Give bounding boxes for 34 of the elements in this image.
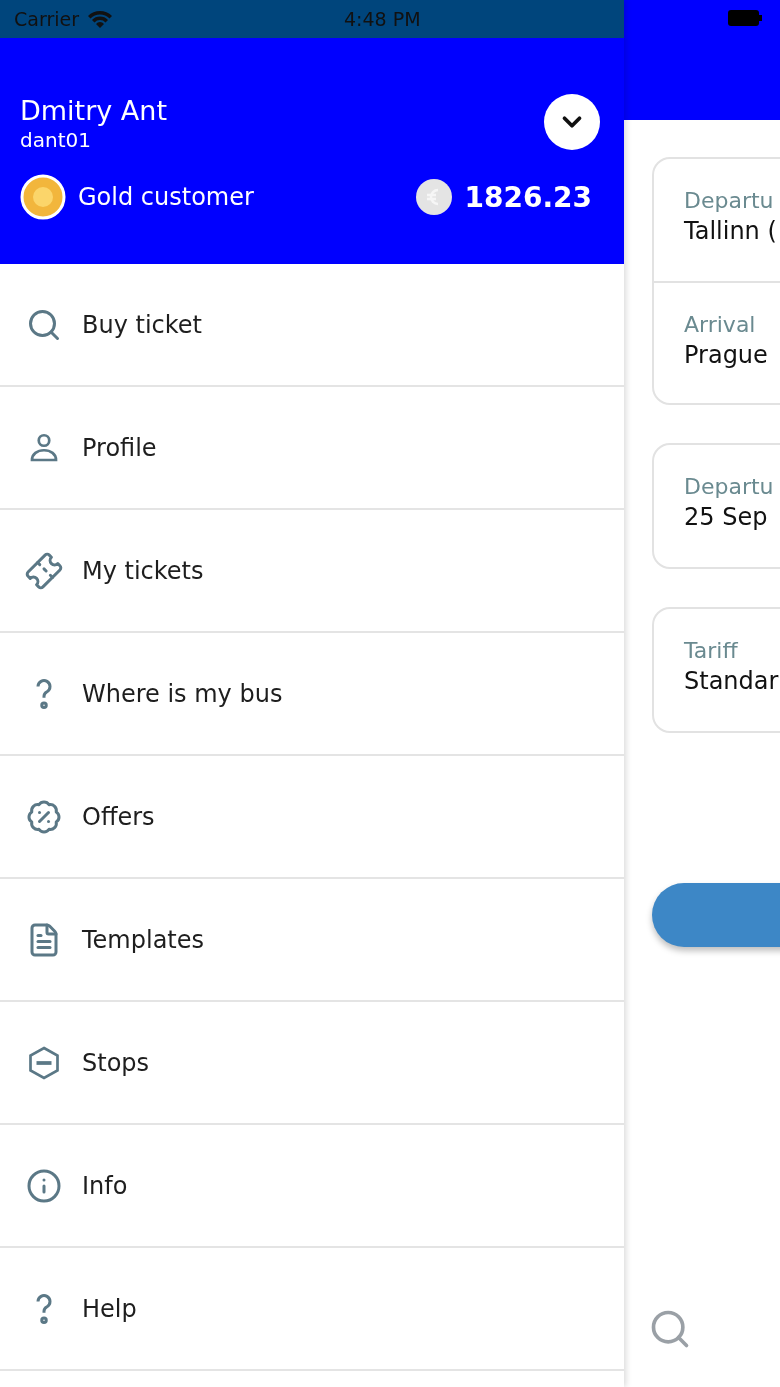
hexagon-icon	[26, 1044, 62, 1081]
menu-item[interactable]: Profile	[0, 387, 624, 510]
username: dant01	[20, 128, 92, 152]
menu-item[interactable]: Buy ticket	[0, 264, 624, 387]
form-card[interactable]: Departu 25 Sep	[652, 443, 780, 569]
info-icon	[26, 1167, 62, 1204]
balance-amount: 1826.23	[464, 180, 592, 214]
coin-icon	[416, 179, 453, 215]
carrier-label: Carrier	[14, 8, 79, 30]
menu-item[interactable]: Where is my bus	[0, 633, 624, 756]
field-value: Tallinn (	[684, 216, 778, 247]
battery-icon	[728, 10, 762, 26]
menu-item[interactable]: Offers	[0, 756, 624, 879]
field-label: Tariff	[684, 637, 739, 665]
field-value: Prague	[684, 340, 769, 371]
field-label: Arrival	[684, 311, 757, 339]
user-name: Dmitry Ant	[20, 94, 167, 128]
menu-item[interactable]: Stops	[0, 1002, 624, 1125]
field-label: Departu	[684, 473, 775, 501]
menu-item[interactable]: Info	[0, 1125, 624, 1248]
tier-label: Gold customer	[78, 183, 254, 211]
form-card[interactable]: Departu Tallinn ( Arrival Prague	[652, 157, 780, 405]
menu-item[interactable]: Help	[0, 1248, 624, 1371]
percent-badge-icon	[26, 798, 62, 835]
medal-icon	[20, 174, 66, 220]
field-value: Standar	[684, 666, 780, 697]
field-label: Departu	[684, 187, 775, 215]
clock-time: 4:48 PM	[344, 8, 421, 30]
expand-button[interactable]	[544, 94, 600, 150]
wifi-icon	[87, 9, 113, 29]
field-value: 25 Sep	[684, 502, 769, 533]
menu-item[interactable]: My tickets	[0, 510, 624, 633]
menu-item[interactable]: Templates	[0, 879, 624, 1002]
form-card[interactable]: Tariff Standar	[652, 607, 780, 733]
